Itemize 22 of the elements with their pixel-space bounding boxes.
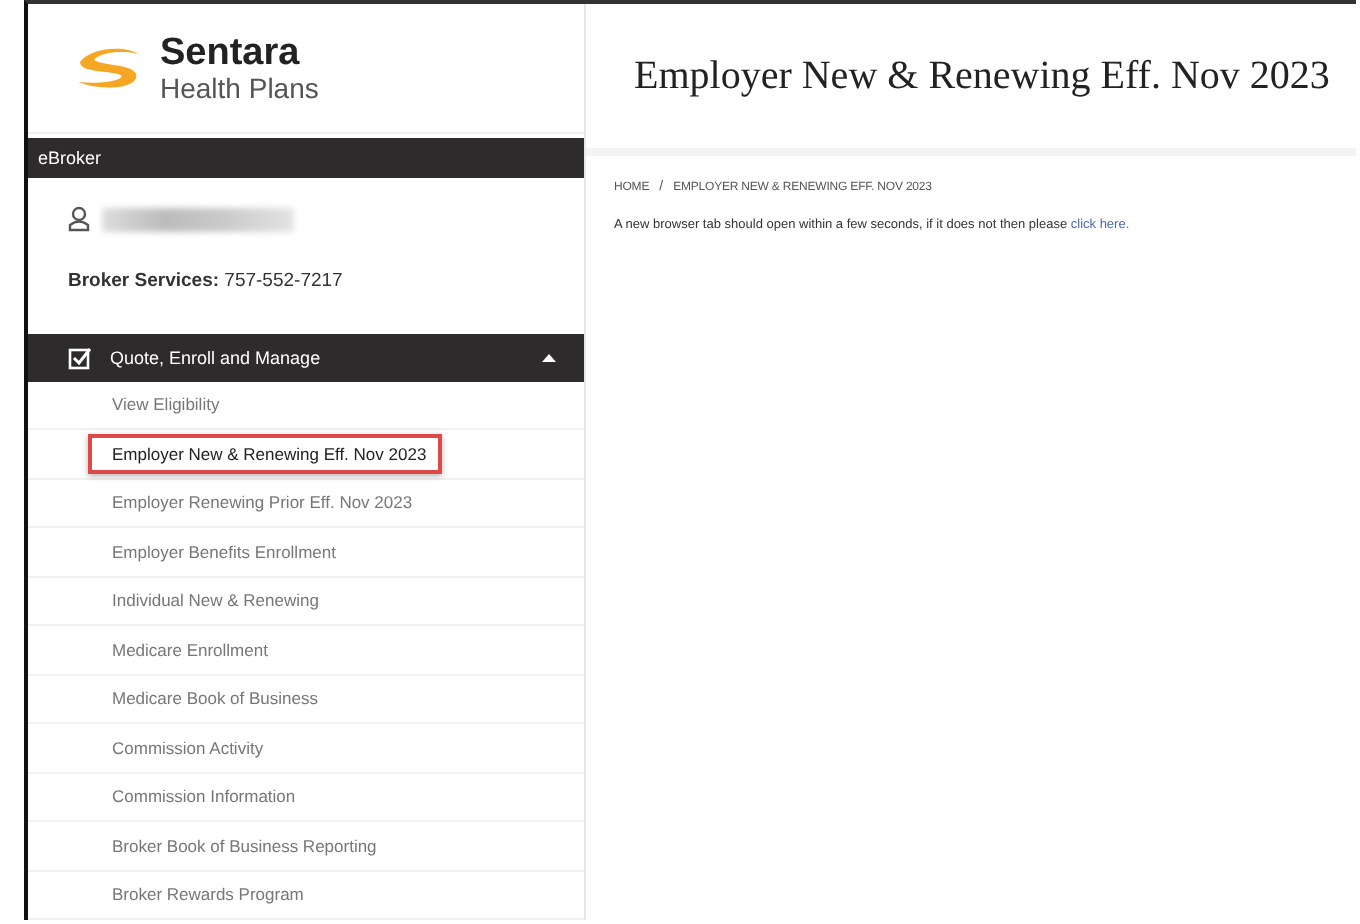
menu-item[interactable]: Medicare Enrollment [88,629,284,670]
menu-header[interactable]: Quote, Enroll and Manage [28,333,584,381]
section-header: eBroker [28,138,584,178]
menu-item[interactable]: Commission Activity [88,727,280,768]
caret-icon [542,353,556,362]
phone-number: 757-552-7217 [224,269,343,292]
menu-title: Quote, Enroll and Manage [110,347,323,368]
menu-item[interactable]: Individual New & Renewing [88,580,335,621]
menu-item[interactable]: Medicare Book of Business [88,678,334,719]
logo-tagline: Health Plans [160,73,319,103]
user-icon [68,206,90,233]
broker-services-label: Broker Services: [68,269,220,292]
page-title: Employer New & Renewing Eff. Nov 2023 [634,53,1330,99]
menu-item[interactable]: View Eligibility [88,384,236,425]
logo-name: Sentara [160,33,302,74]
menu-item[interactable]: Employer Benefits Enrollment [88,531,352,572]
menu-item[interactable]: Broker Book of Business Reporting [88,825,393,866]
menu-item[interactable]: Broker Rewards Program [88,874,320,915]
menu-item[interactable]: Commission Information [88,776,312,817]
menu-item[interactable]: Employer New & Renewing Eff. Nov 2023 [88,433,443,474]
checkbox-icon [68,345,92,370]
menu-item[interactable]: Employer Renewing Prior Eff. Nov 2023 [88,482,429,523]
